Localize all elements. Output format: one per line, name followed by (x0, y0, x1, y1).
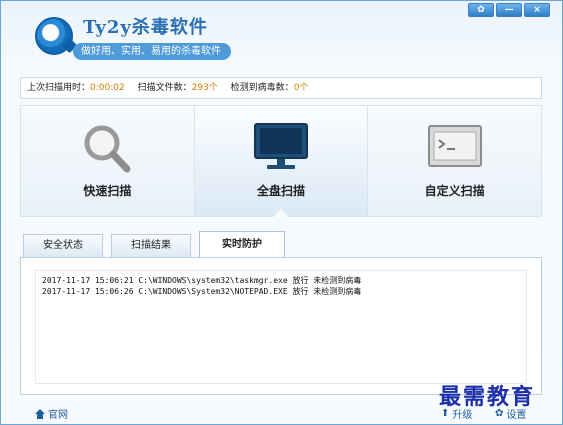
gear-icon: ✿ (477, 5, 485, 15)
close-button[interactable]: × (524, 3, 550, 17)
watermark: 最需教育 (439, 384, 536, 410)
skin-button[interactable]: ✿ (468, 3, 494, 17)
custom-scan-label: 自定义扫描 (424, 184, 485, 198)
terminal-icon (427, 125, 482, 167)
app-title: Ty2y杀毒软件 (83, 17, 208, 38)
home-icon (35, 408, 45, 419)
virus-count-label: 检测到病毒数： (230, 83, 294, 93)
tab-security-status[interactable]: 安全状态 (23, 234, 103, 257)
quick-scan-button[interactable]: 快速扫描 (21, 106, 195, 216)
website-label: 官网 (48, 410, 68, 421)
full-scan-label: 全盘扫描 (257, 184, 306, 198)
scan-options-panel: 快速扫描 全盘扫描 自定义扫描 (20, 105, 542, 217)
website-link[interactable]: 官网 (35, 406, 68, 421)
app-logo (35, 17, 73, 55)
monitor-icon (254, 123, 308, 169)
window-controls: ✿ — × (468, 3, 550, 17)
minimize-button[interactable]: — (496, 3, 522, 17)
quick-scan-label: 快速扫描 (83, 184, 132, 198)
full-scan-button[interactable]: 全盘扫描 (194, 106, 369, 217)
files-scanned-value: 293个 (191, 83, 218, 93)
tab-realtime-protection[interactable]: 实时防护 (199, 231, 285, 257)
custom-scan-button[interactable]: 自定义扫描 (368, 106, 541, 216)
log-entry: 2017-11-17 15:06:21 C:\WINDOWS\system32\… (42, 276, 362, 285)
log-panel: 2017-11-17 15:06:21 C:\WINDOWS\system32\… (20, 257, 542, 395)
log-entry: 2017-11-17 15:06:26 C:\WINDOWS\System32\… (42, 287, 362, 296)
tab-bar: 安全状态 扫描结果 实时防护 (23, 231, 285, 257)
files-scanned-label: 扫描文件数： (137, 83, 192, 93)
magnifier-icon (84, 125, 131, 173)
scan-stats-bar: 上次扫描用时：0:00:02 扫描文件数：293个 检测到病毒数：0个 (20, 77, 542, 99)
tab-scan-results[interactable]: 扫描结果 (111, 234, 191, 257)
virus-count-value: 0个 (293, 83, 309, 93)
last-scan-label: 上次扫描用时： (27, 83, 91, 93)
last-scan-value: 0:00:02 (90, 83, 125, 93)
log-list[interactable]: 2017-11-17 15:06:21 C:\WINDOWS\system32\… (35, 270, 527, 384)
app-subtitle: 做好用、实用、易用的杀毒软件 (73, 43, 231, 60)
app-window: ✿ — × Ty2y杀毒软件 做好用、实用、易用的杀毒软件 上次扫描用时：0:0… (0, 0, 563, 425)
